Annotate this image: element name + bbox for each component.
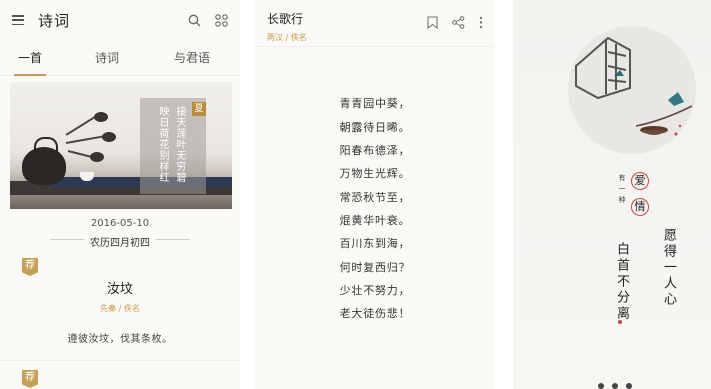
lotus-pod bbox=[90, 152, 104, 162]
hero-image[interactable]: 夏 接天莲叶无穷碧 映日荷花别样红 bbox=[10, 82, 232, 209]
lotus-pod bbox=[102, 132, 116, 142]
season-badge: 夏 bbox=[192, 102, 206, 116]
search-icon[interactable] bbox=[188, 14, 201, 27]
verse-line: 何时复西归？ bbox=[339, 261, 411, 274]
grid-icon[interactable] bbox=[215, 13, 228, 27]
poem-excerpt[interactable]: 遵彼汝坟，伐其条枚。 bbox=[0, 330, 240, 345]
more-icon[interactable] bbox=[479, 16, 483, 29]
header-divider bbox=[255, 46, 495, 47]
badge-ai: 爱 bbox=[631, 172, 649, 190]
menu-icon[interactable] bbox=[12, 15, 24, 25]
verse-line: 焜黄华叶衰。 bbox=[339, 214, 411, 227]
poem-author: 先秦 / 佚名 bbox=[100, 304, 140, 313]
verse-line-1: 愿得一人心 bbox=[661, 228, 676, 308]
verse-line: 百川东到海， bbox=[339, 237, 411, 250]
verse-line: 万物生光辉。 bbox=[339, 167, 411, 180]
verse-line: 朝露待日晞。 bbox=[339, 121, 411, 134]
page-dot[interactable] bbox=[626, 383, 632, 389]
tab-yujunyu[interactable]: 与君语 bbox=[152, 40, 232, 76]
divider bbox=[0, 360, 240, 361]
app-title: 诗词 bbox=[38, 11, 71, 30]
tab-bar: 一首 诗词 与君语 bbox=[0, 40, 240, 76]
verse-line: 老大徒伤悲！ bbox=[339, 307, 411, 320]
small-caption: 有一种 bbox=[618, 174, 626, 207]
verse-line: 常恐秋节至， bbox=[339, 191, 411, 204]
lotus-stem bbox=[65, 135, 106, 144]
tab-yishou[interactable]: 一首 bbox=[10, 40, 50, 76]
page-dot[interactable] bbox=[612, 383, 618, 389]
lunar-date: 农历四月初四 bbox=[90, 238, 150, 249]
teapot-graphic bbox=[22, 137, 66, 185]
share-icon[interactable] bbox=[452, 16, 465, 29]
red-dot bbox=[618, 320, 622, 324]
badge-qing: 情 bbox=[631, 198, 649, 216]
poem-title[interactable]: 汝坟 bbox=[0, 278, 240, 297]
page-dot[interactable] bbox=[598, 383, 604, 389]
recommend-badge: 荐 bbox=[22, 258, 38, 276]
recommend-badge-2: 荐 bbox=[22, 370, 38, 388]
bookmark-icon[interactable] bbox=[427, 16, 438, 29]
verse-line: 少壮不努力， bbox=[339, 284, 411, 297]
poem-detail-screen: 长歌行 两汉 / 佚名 青青园中葵， 朝露待日晞。 阳春布德泽， 万物生光辉。 … bbox=[255, 0, 495, 389]
tab-shici[interactable]: 诗词 bbox=[72, 40, 142, 76]
hero-line-1: 接天莲叶无穷碧 bbox=[174, 106, 185, 183]
greeting-card-screen: 有一种 爱 情 愿得一人心 白首不分离 bbox=[513, 0, 711, 389]
detail-header: 长歌行 两汉 / 佚名 bbox=[255, 0, 495, 42]
date-text: 2016-05-10 bbox=[90, 218, 150, 229]
lotus-stem bbox=[65, 116, 96, 136]
page-indicator[interactable] bbox=[598, 383, 632, 389]
app-bar: 诗词 bbox=[0, 0, 240, 40]
verse-line: 青青园中葵， bbox=[339, 97, 411, 110]
poem-author: 两汉 / 佚名 bbox=[267, 33, 307, 42]
lotus-pod bbox=[94, 112, 108, 122]
illustration-circle bbox=[568, 26, 696, 154]
verse-line-2: 白首不分离 bbox=[614, 242, 629, 322]
verse-line: 阳春布德泽， bbox=[339, 144, 411, 157]
window-illustration bbox=[575, 36, 693, 136]
home-screen: 诗词 一首 诗词 与君语 夏 接天莲叶无穷碧 映日荷花别样红 2016-05-1… bbox=[0, 0, 240, 389]
hero-line-2: 映日荷花别样红 bbox=[157, 106, 168, 183]
